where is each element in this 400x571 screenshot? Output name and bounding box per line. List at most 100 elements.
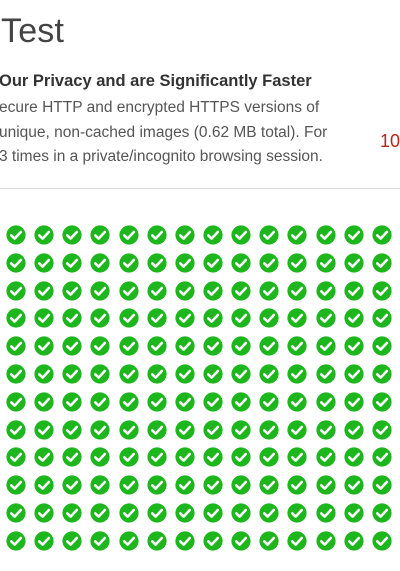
description-line: 3 times in a private/incognito browsing … [0,148,323,165]
check-circle-icon [287,447,308,467]
check-circle-icon [372,253,392,273]
check-circle-icon [372,225,392,245]
check-circle-icon [372,392,392,412]
check-circle-icon [90,364,111,384]
check-circle-icon [259,253,279,273]
check-circle-icon [62,308,82,328]
check-circle-icon [6,280,26,301]
check-circle-icon [90,531,111,551]
check-circle-icon [372,447,392,467]
image-results-grid [6,225,400,551]
check-circle-icon [34,419,54,440]
check-circle-icon [6,475,26,495]
check-circle-icon [118,253,139,273]
check-circle-icon [231,447,251,467]
check-circle-icon [118,336,139,356]
check-circle-icon [62,364,82,384]
check-circle-icon [344,253,364,273]
check-circle-icon [344,336,364,356]
check-circle-icon [259,336,279,356]
check-circle-icon [344,225,364,245]
check-circle-icon [231,308,251,328]
check-circle-icon [372,336,392,356]
check-circle-icon [259,531,279,551]
check-circle-icon [147,364,167,384]
check-circle-icon [203,336,223,356]
check-circle-icon [62,503,82,523]
check-circle-icon [203,392,223,412]
check-circle-icon [315,503,336,523]
check-circle-icon [259,419,279,440]
check-circle-icon [315,447,336,467]
check-circle-icon [259,280,279,301]
check-circle-icon [372,280,392,301]
check-circle-icon [175,503,195,523]
check-circle-icon [6,531,26,551]
check-circle-icon [203,447,223,467]
check-circle-icon [6,503,26,523]
check-circle-icon [315,392,336,412]
check-circle-icon [90,503,111,523]
check-circle-icon [372,364,392,384]
check-circle-icon [147,503,167,523]
check-circle-icon [315,531,336,551]
check-circle-icon [344,308,364,328]
check-circle-icon [6,253,26,273]
check-circle-icon [259,308,279,328]
check-circle-icon [62,253,82,273]
check-circle-icon [175,392,195,412]
check-circle-icon [6,308,26,328]
check-circle-icon [34,253,54,273]
check-circle-icon [344,503,364,523]
check-circle-icon [203,308,223,328]
check-circle-icon [315,475,336,495]
check-circle-icon [259,447,279,467]
check-circle-icon [203,253,223,273]
check-circle-icon [315,225,336,245]
check-circle-icon [259,392,279,412]
check-circle-icon [34,308,54,328]
check-circle-icon [34,336,54,356]
check-circle-icon [147,280,167,301]
check-circle-icon [231,392,251,412]
check-circle-icon [62,280,82,301]
check-circle-icon [118,225,139,245]
check-circle-icon [6,392,26,412]
check-circle-icon [287,475,308,495]
check-circle-icon [231,364,251,384]
check-circle-icon [372,419,392,440]
section-heading: Our Privacy and are Significantly Faster [0,72,312,90]
check-circle-icon [34,364,54,384]
check-circle-icon [147,447,167,467]
check-circle-icon [344,364,364,384]
check-circle-icon [287,364,308,384]
check-circle-icon [6,336,26,356]
check-circle-icon [372,308,392,328]
check-circle-icon [118,364,139,384]
check-circle-icon [118,447,139,467]
check-circle-icon [315,336,336,356]
check-circle-icon [34,503,54,523]
check-circle-icon [231,419,251,440]
check-circle-icon [62,419,82,440]
check-circle-icon [147,531,167,551]
check-circle-icon [287,253,308,273]
check-circle-icon [259,503,279,523]
check-circle-icon [259,364,279,384]
check-circle-icon [90,336,111,356]
description: ecure HTTP and encrypted HTTPS versions … [0,96,359,170]
check-circle-icon [231,503,251,523]
check-circle-icon [34,531,54,551]
check-circle-icon [203,419,223,440]
check-circle-icon [287,531,308,551]
check-circle-icon [34,475,54,495]
check-circle-icon [372,475,392,495]
check-circle-icon [118,419,139,440]
check-circle-icon [118,503,139,523]
check-circle-icon [6,447,26,467]
check-circle-icon [34,392,54,412]
check-circle-icon [344,392,364,412]
check-circle-icon [90,308,111,328]
check-circle-icon [90,475,111,495]
check-circle-icon [287,280,308,301]
